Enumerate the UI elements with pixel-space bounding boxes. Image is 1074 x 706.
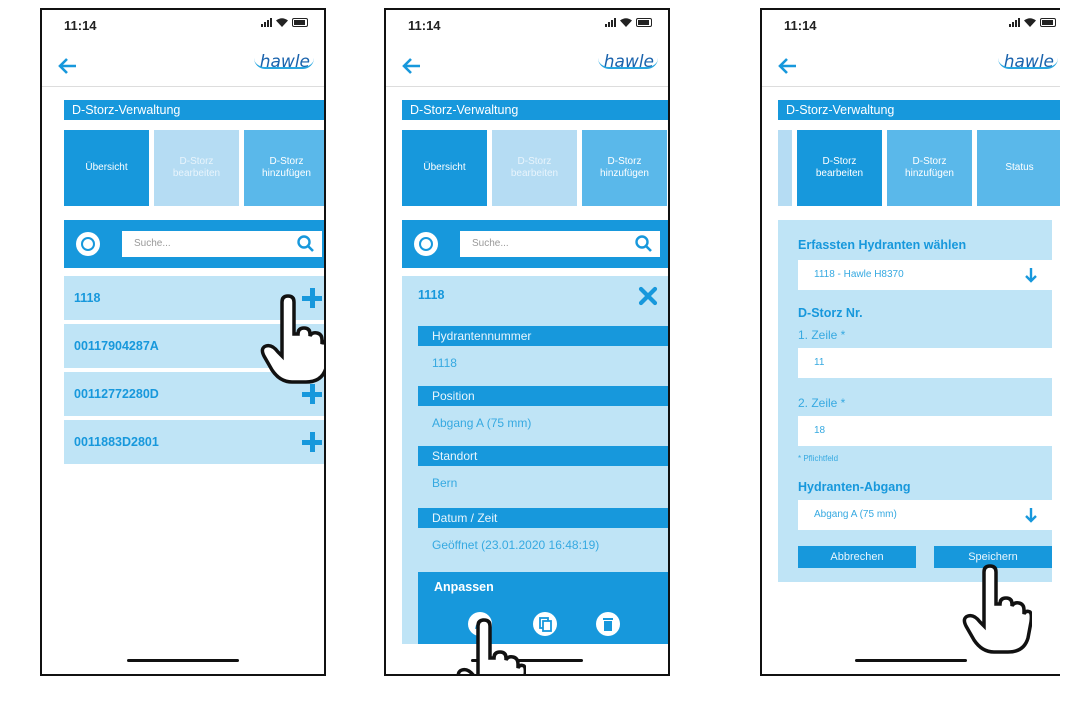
tab-bar: Übersicht D-Storz bearbeiten D-Storz hin… <box>402 130 668 206</box>
field-label: Position <box>418 386 668 406</box>
battery-icon <box>1040 17 1056 27</box>
section-title: D-Storz-Verwaltung <box>778 100 1060 120</box>
hawle-logo: hawle <box>597 52 659 72</box>
line1-label: 1. Zeile * <box>798 328 846 342</box>
list-item-label: 00112772280D <box>74 387 159 401</box>
status-time: 11:14 <box>408 18 441 33</box>
close-icon[interactable] <box>638 286 658 306</box>
tab-edit[interactable]: D-Storz bearbeiten <box>154 130 239 206</box>
status-icons <box>605 17 652 27</box>
status-icons <box>1009 17 1056 27</box>
status-time: 11:14 <box>64 18 97 33</box>
phone-screen-list: 11:14 hawle D-Storz-Verwaltung Übersicht… <box>40 8 326 676</box>
list-item[interactable]: 0011883D2801 <box>64 420 324 464</box>
tab-bar: Übersicht D-Storz bearbeiten D-Storz hin… <box>64 130 324 206</box>
signal-icon <box>1009 17 1020 27</box>
trash-icon[interactable] <box>596 612 620 636</box>
phone-screen-detail: 11:14 hawle D-Storz-Verwaltung Übersicht… <box>384 8 670 676</box>
field-label: Standort <box>418 446 668 466</box>
search-bar: Suche... <box>64 220 324 268</box>
nav-bar: hawle <box>386 46 668 87</box>
hydrant-select-value: 1118 - Hawle H8370 <box>814 269 904 280</box>
search-icon[interactable] <box>296 234 316 254</box>
pointer-hand-icon <box>260 294 324 384</box>
required-note: * Pflichtfeld <box>798 454 839 463</box>
search-input[interactable]: Suche... <box>460 231 660 257</box>
nav-bar: hawle <box>762 46 1060 87</box>
tab-status[interactable]: Status <box>977 130 1060 206</box>
hawle-logo: hawle <box>253 52 315 72</box>
hydrant-select[interactable]: 1118 - Hawle H8370 <box>798 260 1052 290</box>
field-value: Abgang A (75 mm) <box>432 416 532 430</box>
outlet-select[interactable]: Abgang A (75 mm) <box>798 500 1052 530</box>
search-bar: Suche... <box>402 220 668 268</box>
tab-add[interactable]: D-Storz hinzufügen <box>887 130 972 206</box>
plus-icon[interactable] <box>302 432 322 452</box>
wifi-icon <box>276 17 288 27</box>
tab-add[interactable]: D-Storz hinzufügen <box>582 130 667 206</box>
tab-overview[interactable]: Übersicht <box>64 130 149 206</box>
nav-bar: hawle <box>42 46 324 87</box>
signal-icon <box>261 17 272 27</box>
arrow-down-icon <box>1025 268 1037 283</box>
tab-bar: D-Storz bearbeiten D-Storz hinzufügen St… <box>778 130 1060 206</box>
line1-input[interactable]: 11 <box>798 348 1052 378</box>
list-item-label: 0011883D2801 <box>74 435 159 449</box>
wifi-icon <box>620 17 632 27</box>
tab-add[interactable]: D-Storz hinzufügen <box>244 130 324 206</box>
wifi-icon <box>1024 17 1036 27</box>
back-arrow-icon[interactable] <box>400 54 424 78</box>
field-label: Hydrantennummer <box>418 326 668 346</box>
plus-icon[interactable] <box>302 384 322 404</box>
list-item-label: 00117904287A <box>74 339 159 353</box>
phone-screen-edit-form: 11:14 hawle D-Storz-Verwaltung D-Storz b… <box>760 8 1060 676</box>
pointer-hand-icon <box>456 618 526 674</box>
search-icon[interactable] <box>634 234 654 254</box>
tab-edit[interactable]: D-Storz bearbeiten <box>492 130 577 206</box>
edit-form: Erfassten Hydranten wählen 1118 - Hawle … <box>778 220 1052 582</box>
tab-partial[interactable] <box>778 130 792 206</box>
storz-number-heading: D-Storz Nr. <box>798 306 863 320</box>
line2-label: 2. Zeile * <box>798 396 846 410</box>
cancel-button[interactable]: Abbrechen <box>798 546 916 568</box>
home-indicator <box>855 659 967 662</box>
field-value: Bern <box>432 476 458 490</box>
hydrant-logo-icon[interactable] <box>414 232 438 256</box>
line2-input[interactable]: 18 <box>798 416 1052 446</box>
copy-icon[interactable] <box>533 612 557 636</box>
field-value: 1118 <box>432 356 457 370</box>
hawle-logo: hawle <box>997 52 1059 72</box>
pointer-hand-icon <box>962 564 1032 654</box>
signal-icon <box>605 17 616 27</box>
section-title: D-Storz-Verwaltung <box>64 100 324 120</box>
field-label: Datum / Zeit <box>418 508 668 528</box>
status-icons <box>261 17 308 27</box>
back-arrow-icon[interactable] <box>56 54 80 78</box>
hydrant-logo-icon[interactable] <box>76 232 100 256</box>
search-input[interactable]: Suche... <box>122 231 322 257</box>
hydrant-select-heading: Erfassten Hydranten wählen <box>798 238 967 252</box>
tab-overview[interactable]: Übersicht <box>402 130 487 206</box>
adjust-title: Anpassen <box>434 580 494 594</box>
list-item-label: 1118 <box>74 291 101 305</box>
battery-icon <box>292 17 308 27</box>
status-time: 11:14 <box>784 18 817 33</box>
status-bar: 11:14 <box>762 10 1060 38</box>
home-indicator <box>127 659 239 662</box>
outlet-heading: Hydranten-Abgang <box>798 480 911 494</box>
status-bar: 11:14 <box>42 10 324 38</box>
status-bar: 11:14 <box>386 10 668 38</box>
battery-icon <box>636 17 652 27</box>
detail-card: 1118 Hydrantennummer 1118 Position Abgan… <box>402 276 668 644</box>
tab-edit[interactable]: D-Storz bearbeiten <box>797 130 882 206</box>
section-title: D-Storz-Verwaltung <box>402 100 668 120</box>
outlet-select-value: Abgang A (75 mm) <box>814 509 897 520</box>
detail-title: 1118 <box>418 288 445 302</box>
field-value: Geöffnet (23.01.2020 16:48:19) <box>432 538 600 552</box>
arrow-down-icon <box>1025 508 1037 523</box>
back-arrow-icon[interactable] <box>776 54 800 78</box>
